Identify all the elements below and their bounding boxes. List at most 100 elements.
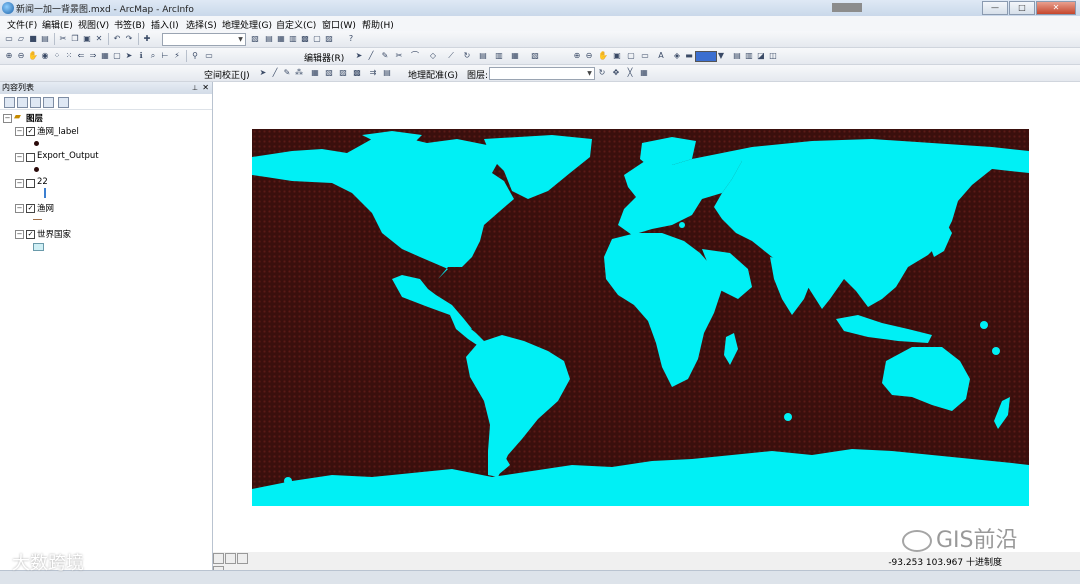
cut-icon[interactable]: ✂	[58, 34, 68, 44]
split-tool-icon[interactable]: ✂	[394, 51, 404, 61]
refresh-view-button[interactable]	[237, 553, 248, 564]
search-window-icon[interactable]: ▥	[288, 34, 298, 44]
measure-icon[interactable]: ⊢	[160, 51, 170, 61]
modelbuilder-icon[interactable]: ▨	[324, 34, 334, 44]
editor-menu[interactable]: 编辑器(R)	[304, 51, 344, 64]
catalog-window-icon[interactable]: ▦	[276, 34, 286, 44]
sketch-tool-icon[interactable]: ✎	[380, 51, 390, 61]
layer-visibility-checkbox[interactable]	[26, 153, 35, 162]
redo-icon[interactable]: ↷	[124, 34, 134, 44]
close-button[interactable]: ✕	[1036, 1, 1076, 15]
align-icon[interactable]: ◫	[768, 51, 778, 61]
python-window-icon[interactable]: ▢	[312, 34, 322, 44]
edit-tool-icon[interactable]: ➤	[354, 51, 364, 61]
add-data-icon[interactable]: ✚	[142, 34, 152, 44]
undo-icon[interactable]: ↶	[112, 34, 122, 44]
layer-name[interactable]: 渔网_label	[37, 125, 79, 137]
map-scale-combo[interactable]: ▼	[162, 33, 246, 46]
ungroup-icon[interactable]: ▥	[744, 51, 754, 61]
layer-visibility-checkbox[interactable]: ✓	[26, 127, 35, 136]
find-icon[interactable]: ⌕	[148, 51, 158, 61]
modify-link-icon[interactable]: ✎	[282, 68, 292, 78]
list-by-visibility-icon[interactable]	[30, 97, 41, 108]
delete-icon[interactable]: ✕	[94, 34, 104, 44]
menu-geoprocessing[interactable]: 地理处理(G)	[222, 18, 272, 31]
draw-text-icon[interactable]: A	[656, 51, 666, 61]
menu-bookmarks[interactable]: 书签(B)	[114, 18, 145, 31]
rotate-icon[interactable]: ↻	[462, 51, 472, 61]
add-control-points-icon[interactable]: ╳	[625, 68, 635, 78]
spatial-adjustment-menu[interactable]: 空间校正(J)	[204, 68, 250, 81]
close-icon[interactable]: ✕	[200, 82, 209, 94]
layer-name[interactable]: Export_Output	[37, 151, 99, 161]
hyperlink-icon[interactable]: ⚡	[172, 51, 182, 61]
fill-color-icon[interactable]: ◈	[672, 51, 682, 61]
collapse-icon[interactable]: −	[15, 204, 24, 213]
menu-file[interactable]: 文件(F)	[7, 18, 37, 31]
new-link-icon[interactable]: ╱	[270, 68, 280, 78]
previous-extent-icon[interactable]: ⇐	[76, 51, 86, 61]
html-popup-icon[interactable]: ▭	[204, 51, 214, 61]
menu-insert[interactable]: 插入(I)	[151, 18, 179, 31]
toc-window-icon[interactable]: ▤	[264, 34, 274, 44]
menu-selection[interactable]: 选择(S)	[186, 18, 217, 31]
save-icon[interactable]: ■	[28, 34, 38, 44]
menu-edit[interactable]: 编辑(E)	[42, 18, 73, 31]
help-icon[interactable]: ?	[346, 34, 356, 44]
editor-toolbar-icon[interactable]: ▧	[250, 34, 260, 44]
menu-windows[interactable]: 窗口(W)	[322, 18, 356, 31]
adjust-icon[interactable]: ▩	[352, 68, 362, 78]
menu-view[interactable]: 视图(V)	[78, 18, 109, 31]
layer-visibility-checkbox[interactable]: ✓	[26, 230, 35, 239]
create-features-icon[interactable]: ▦	[510, 51, 520, 61]
line-color-icon[interactable]: ▬	[684, 51, 694, 61]
view-link-table-icon[interactable]: ▦	[639, 68, 649, 78]
zoom-100-icon[interactable]: ▢	[626, 51, 636, 61]
zoom-whole-page-icon[interactable]: ▣	[612, 51, 622, 61]
arctoolbox-icon[interactable]: ▩	[300, 34, 310, 44]
collapse-icon[interactable]: −	[15, 179, 24, 188]
select-elements-icon[interactable]: ➤	[124, 51, 134, 61]
list-by-selection-icon[interactable]	[43, 97, 54, 108]
identify-icon[interactable]: ℹ	[136, 51, 146, 61]
chevron-down-icon[interactable]: ▼	[716, 51, 726, 61]
layout-zoom-out-icon[interactable]: ⊖	[584, 51, 594, 61]
select-features-icon[interactable]: ▦	[100, 51, 110, 61]
georeferencing-menu[interactable]: 地理配准(G)	[408, 68, 458, 81]
limit-adjust-icon[interactable]: ▧	[324, 68, 334, 78]
fixed-zoom-out-icon[interactable]: ⁙	[64, 51, 74, 61]
vertex-icon[interactable]: ◇	[428, 51, 438, 61]
menu-help[interactable]: 帮助(H)	[362, 18, 394, 31]
georef-layer-combo[interactable]: ▼	[489, 67, 595, 80]
new-displacement-icon[interactable]: ▨	[338, 68, 348, 78]
cut-polygon-icon[interactable]: ⟋	[446, 51, 456, 61]
map-display[interactable]	[213, 82, 1080, 552]
clear-selection-icon[interactable]: ▢	[112, 51, 122, 61]
zoom-in-icon[interactable]: ⊕	[4, 51, 14, 61]
full-extent-icon[interactable]: ◉	[40, 51, 50, 61]
list-by-source-icon[interactable]	[17, 97, 28, 108]
layer-name[interactable]: 渔网	[37, 202, 54, 214]
world-map-frame[interactable]	[252, 129, 1029, 506]
order-icon[interactable]: ◪	[756, 51, 766, 61]
collapse-icon[interactable]: −	[3, 114, 12, 123]
layout-tools-icon[interactable]: ▧	[530, 51, 540, 61]
attributes-icon[interactable]: ▤	[478, 51, 488, 61]
toc-options-icon[interactable]	[58, 97, 69, 108]
minimize-button[interactable]: —	[982, 1, 1008, 15]
pin-icon[interactable]: ⊥	[190, 82, 198, 94]
collapse-icon[interactable]: −	[15, 153, 24, 162]
find-route-icon[interactable]: ⚲	[190, 51, 200, 61]
pan-icon[interactable]: ✋	[28, 51, 38, 61]
edge-match-icon[interactable]: ▤	[382, 68, 392, 78]
fixed-zoom-in-icon[interactable]: ⁘	[52, 51, 62, 61]
layout-view-button[interactable]	[225, 553, 236, 564]
open-icon[interactable]: ▱	[16, 34, 26, 44]
copy-icon[interactable]: ❐	[70, 34, 80, 44]
reshape-icon[interactable]: ⌒	[410, 51, 420, 61]
select-elements-icon[interactable]: ➤	[258, 68, 268, 78]
zoom-out-icon[interactable]: ⊖	[16, 51, 26, 61]
list-by-drawing-order-icon[interactable]	[4, 97, 15, 108]
paste-icon[interactable]: ▣	[82, 34, 92, 44]
link-table-icon[interactable]: ▦	[310, 68, 320, 78]
